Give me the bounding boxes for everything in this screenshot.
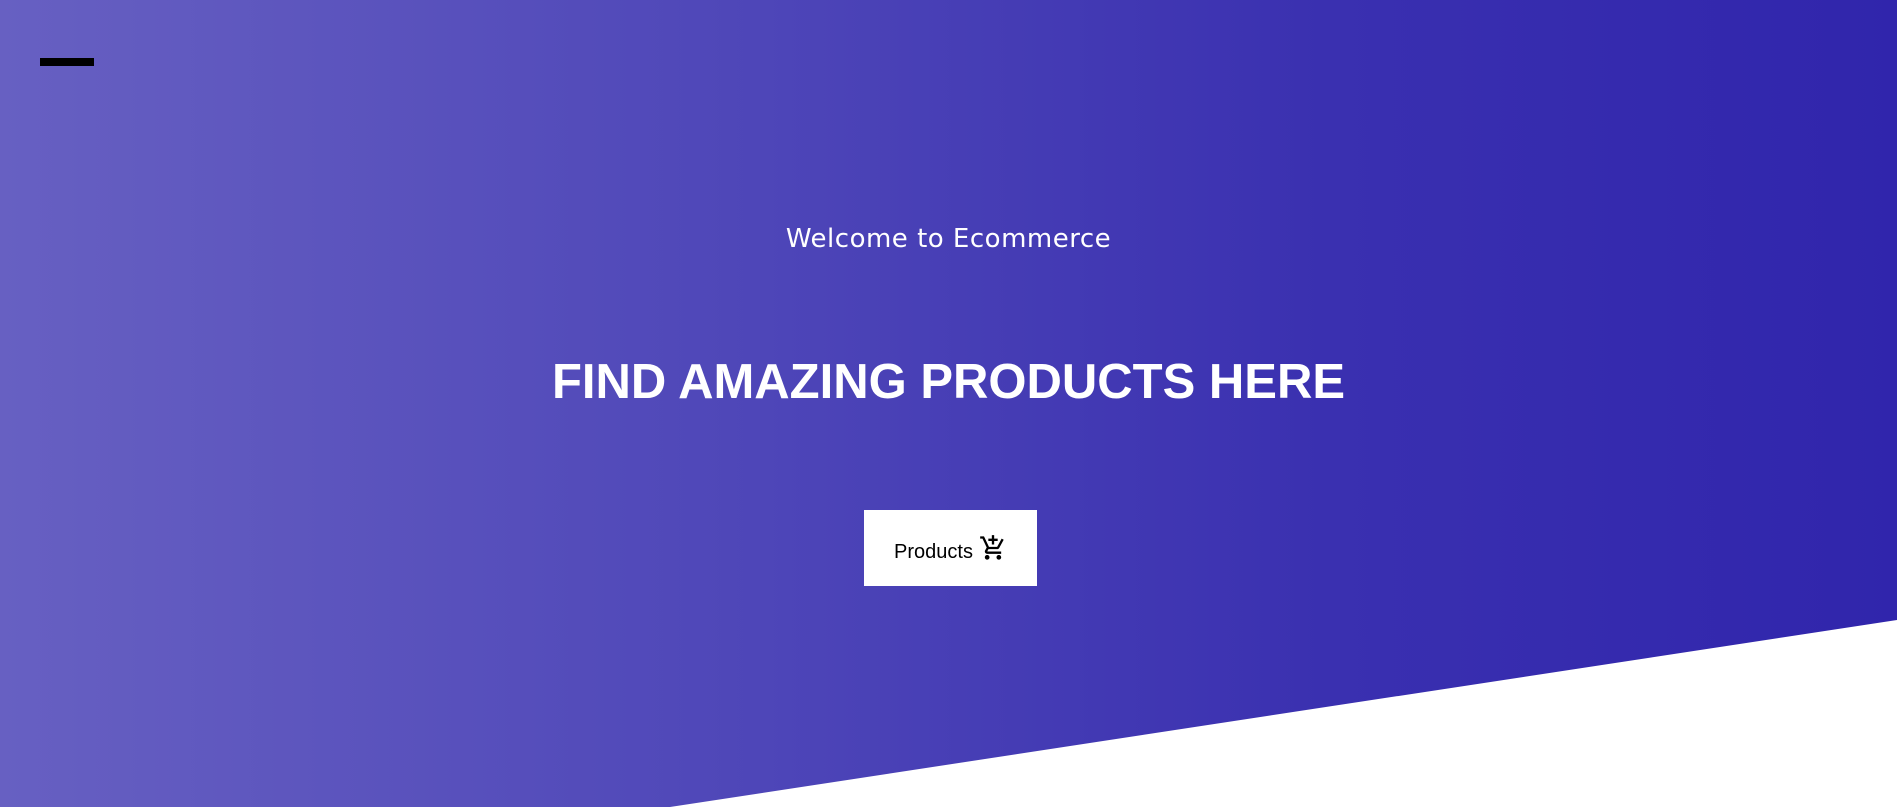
products-button-label: Products — [894, 540, 973, 563]
add-shopping-cart-icon — [979, 534, 1007, 562]
menu-icon — [40, 58, 94, 66]
hero-headline: FIND AMAZING PRODUCTS HERE — [551, 355, 1346, 409]
welcome-text: Welcome to Ecommerce — [785, 224, 1112, 254]
products-button[interactable]: Products — [864, 510, 1037, 586]
menu-button[interactable] — [40, 51, 94, 71]
